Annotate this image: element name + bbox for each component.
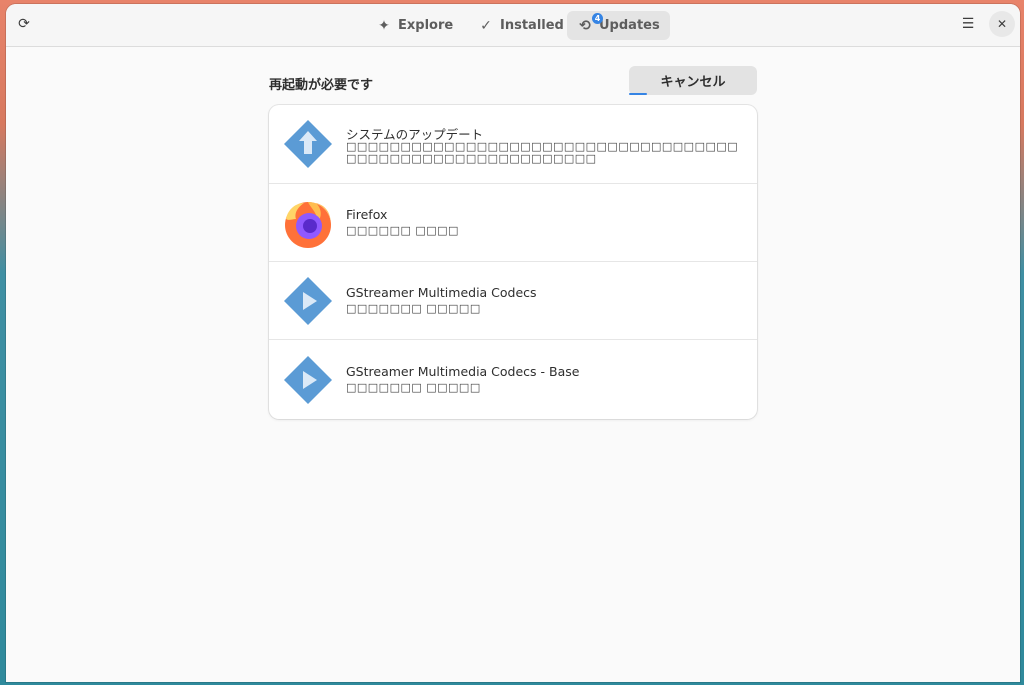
cancel-button[interactable]: キャンセル <box>629 66 757 95</box>
app-description: □□□□□□□ □□□□□ <box>346 302 481 315</box>
updates-count-badge: 4 <box>592 13 603 24</box>
update-row-gstreamer-base[interactable]: GStreamer Multimedia Codecs - Base □□□□□… <box>269 341 757 419</box>
explore-icon: ✦ <box>378 17 390 34</box>
app-name: Firefox <box>346 207 388 222</box>
tab-updates[interactable]: ⟲ 4 Updates <box>567 11 670 40</box>
gstreamer-icon <box>284 277 332 325</box>
main-menu-button[interactable]: ☰ <box>955 11 981 37</box>
app-description: □□□□□□□ □□□□□ <box>346 381 481 394</box>
section-title: 再起動が必要です <box>269 78 374 93</box>
tab-explore-label: Explore <box>398 18 454 33</box>
update-row-gstreamer[interactable]: GStreamer Multimedia Codecs □□□□□□□ □□□□… <box>269 262 757 340</box>
app-name: GStreamer Multimedia Codecs <box>346 285 537 300</box>
installed-icon: ✓ <box>480 17 492 34</box>
tab-updates-label: Updates <box>599 18 660 33</box>
app-name: GStreamer Multimedia Codecs - Base <box>346 364 580 379</box>
app-description: □□□□□□□□□□□□□□□□□□□□□□□□□□□□□□□□□□□□□□□□… <box>346 140 739 165</box>
tab-explore[interactable]: ✦ Explore <box>366 11 463 40</box>
system-update-icon <box>284 120 332 168</box>
updates-icon: ⟲ <box>579 17 591 34</box>
gstreamer-icon <box>284 356 332 404</box>
update-row-system[interactable]: システムのアップデート □□□□□□□□□□□□□□□□□□□□□□□□□□□□… <box>269 105 757 184</box>
tab-installed[interactable]: ✓ Installed <box>468 11 574 40</box>
gnome-software-window: ⟳ ✦ Explore ✓ Installed ⟲ 4 Updates ☰ ✕ … <box>6 4 1020 682</box>
updates-list: システムのアップデート □□□□□□□□□□□□□□□□□□□□□□□□□□□□… <box>269 105 757 419</box>
cancel-progress-indicator <box>629 93 647 95</box>
update-row-firefox[interactable]: Firefox □□□□□□ □□□□ <box>269 184 757 262</box>
app-description: □□□□□□ □□□□ <box>346 224 459 237</box>
header-bar: ⟳ ✦ Explore ✓ Installed ⟲ 4 Updates ☰ ✕ <box>6 4 1020 47</box>
hamburger-menu-icon: ☰ <box>961 16 975 32</box>
close-icon: ✕ <box>996 17 1008 31</box>
firefox-icon <box>285 202 331 248</box>
tab-installed-label: Installed <box>500 18 564 33</box>
refresh-button[interactable]: ⟳ <box>11 11 37 37</box>
refresh-icon: ⟳ <box>18 16 30 32</box>
close-button[interactable]: ✕ <box>989 11 1015 37</box>
